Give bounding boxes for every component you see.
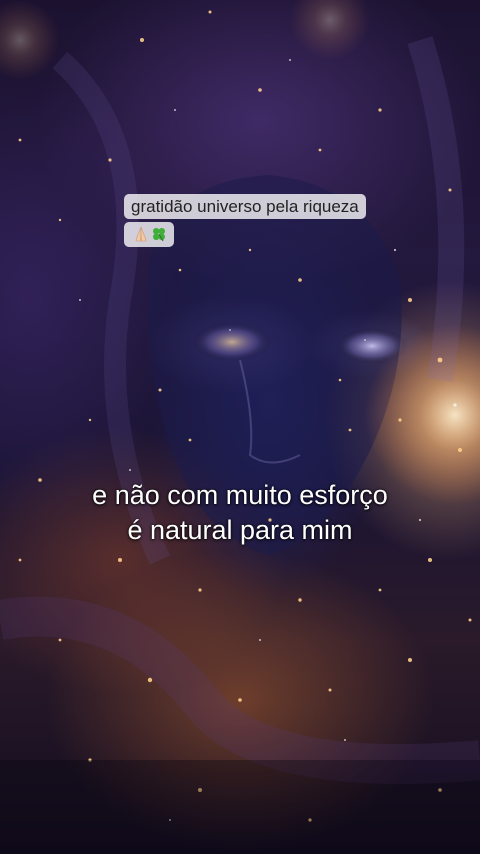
text-sticker[interactable]: gratidão universo pela riqueza bbox=[124, 193, 366, 249]
video-caption: e não com muito esforço é natural para m… bbox=[20, 478, 460, 548]
four-leaf-clover-icon bbox=[153, 228, 165, 242]
cosmic-woman-face-image bbox=[0, 0, 480, 854]
sticker-label: gratidão universo pela riqueza bbox=[124, 194, 366, 247]
caption-line-2: é natural para mim bbox=[127, 515, 353, 545]
praying-hands-icon bbox=[135, 226, 147, 242]
caption-line-1: e não com muito esforço bbox=[92, 480, 388, 510]
video-frame[interactable]: gratidão universo pela riqueza e não com… bbox=[0, 0, 480, 854]
sticker-text: gratidão universo pela riqueza bbox=[131, 197, 359, 216]
